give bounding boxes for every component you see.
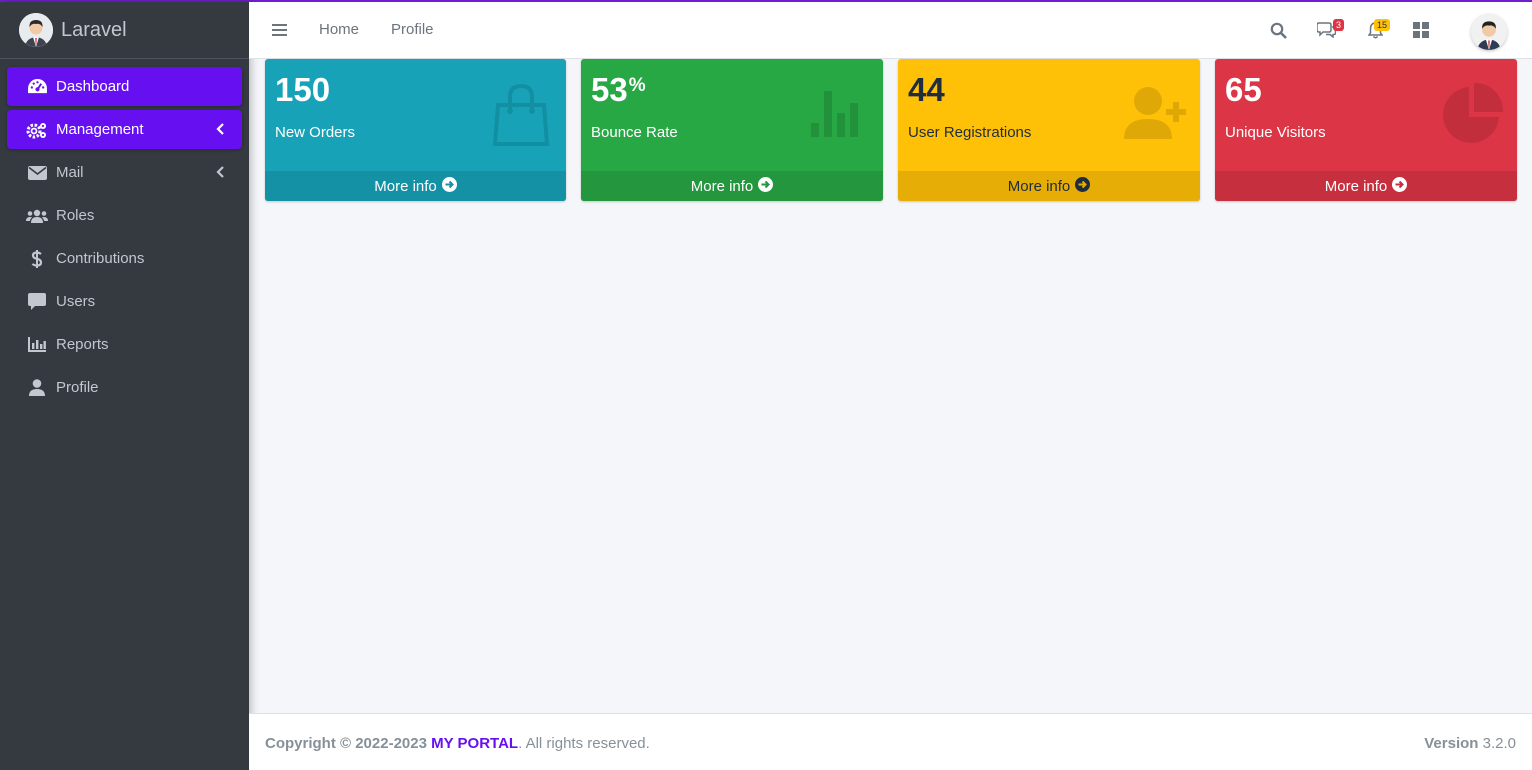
nav-link-home[interactable]: Home (319, 21, 359, 38)
box-value: 150 (275, 71, 331, 108)
sidebar-item-label: Roles (56, 207, 95, 224)
arrow-circle-right-icon (441, 176, 457, 196)
sidebar-item-label: Users (56, 293, 96, 310)
dashboard-icon (26, 78, 48, 96)
more-info-link[interactable]: More info (265, 171, 566, 201)
comment-icon (26, 293, 48, 311)
dollar-icon (26, 249, 48, 268)
sidebar-item-label: Dashboard (56, 78, 130, 95)
sidebar: Laravel Dashboard Management Mail Roles … (0, 2, 249, 770)
sidebar-item-label: Profile (56, 379, 99, 396)
arrow-circle-right-icon (1392, 176, 1408, 196)
nav-link-profile[interactable]: Profile (391, 21, 434, 38)
page-footer: Copyright © 2022-2023 MY PORTAL. All rig… (249, 713, 1532, 770)
sidebar-item-contributions[interactable]: Contributions (7, 239, 242, 278)
portal-link[interactable]: MY PORTAL (431, 735, 518, 752)
arrow-circle-right-icon (758, 176, 774, 196)
top-navbar: Home Profile 3 15 (249, 2, 1532, 59)
box-label: Unique Visitors (1225, 124, 1326, 141)
sidebar-item-dashboard[interactable]: Dashboard (7, 67, 242, 106)
messages-badge: 3 (1333, 19, 1345, 31)
hamburger-menu-icon[interactable] (272, 22, 288, 38)
box-label: User Registrations (908, 124, 1032, 141)
box-label: New Orders (275, 124, 356, 141)
info-box-user-registrations: 44 User Registrations More info (898, 59, 1200, 201)
user-plus-icon (1122, 81, 1188, 147)
box-value: 44 (908, 71, 945, 108)
more-info-link[interactable]: More info (1215, 171, 1517, 201)
chevron-left-icon (214, 123, 226, 135)
mail-icon (26, 164, 48, 182)
search-icon[interactable] (1268, 20, 1288, 40)
copyright: Copyright © 2022-2023 MY PORTAL. All rig… (265, 735, 650, 752)
info-box-new-orders: 150 New Orders More info (265, 59, 566, 201)
more-info-link[interactable]: More info (898, 171, 1200, 201)
shopping-bag-icon (488, 81, 554, 147)
brand-link[interactable]: Laravel (0, 2, 249, 59)
users-group-icon (26, 207, 48, 225)
box-value: 53% (591, 71, 646, 108)
bar-chart-icon (805, 81, 871, 147)
box-value: 65 (1225, 71, 1262, 108)
sidebar-item-label: Contributions (56, 250, 145, 267)
info-box-unique-visitors: 65 Unique Visitors More info (1215, 59, 1517, 201)
sidebar-item-label: Mail (56, 164, 84, 181)
sidebar-item-reports[interactable]: Reports (7, 325, 242, 364)
apps-grid-icon[interactable] (1411, 20, 1431, 40)
chevron-left-icon (214, 166, 226, 178)
more-info-link[interactable]: More info (581, 171, 883, 201)
sidebar-item-management[interactable]: Management (7, 110, 242, 149)
sidebar-item-mail[interactable]: Mail (7, 153, 242, 192)
sidebar-nav: Dashboard Management Mail Roles Contribu… (0, 59, 249, 407)
pie-chart-icon (1439, 81, 1505, 147)
user-avatar[interactable] (1471, 14, 1507, 50)
sidebar-item-label: Reports (56, 336, 109, 353)
box-label: Bounce Rate (591, 124, 678, 141)
user-icon (26, 379, 48, 397)
sidebar-item-users[interactable]: Users (7, 282, 242, 321)
chart-icon (26, 336, 48, 354)
arrow-circle-right-icon (1075, 176, 1091, 196)
cogs-icon (26, 121, 48, 139)
info-box-bounce-rate: 53% Bounce Rate More info (581, 59, 883, 201)
brand-name: Laravel (61, 18, 127, 41)
version-info: Version 3.2.0 (1424, 735, 1516, 752)
brand-logo (19, 13, 53, 47)
sidebar-item-label: Management (56, 121, 144, 138)
sidebar-item-roles[interactable]: Roles (7, 196, 242, 235)
notifications-badge: 15 (1374, 19, 1391, 31)
sidebar-item-profile[interactable]: Profile (7, 368, 242, 407)
